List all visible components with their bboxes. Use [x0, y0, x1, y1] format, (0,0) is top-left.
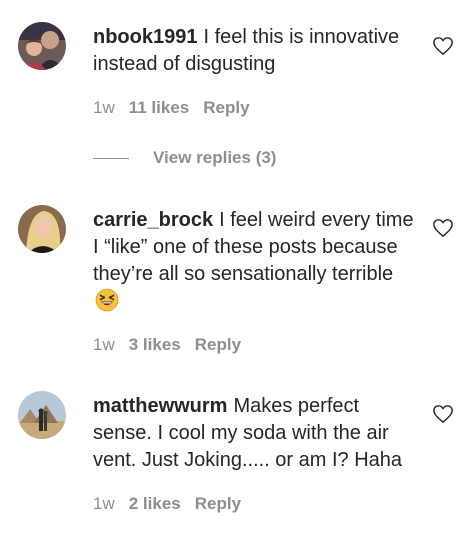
reply-button[interactable]: Reply [195, 494, 241, 513]
comment-time[interactable]: 1w [93, 494, 115, 513]
comment-meta: 1w 2 likes Reply [93, 494, 255, 514]
avatar-photo-icon [18, 22, 66, 70]
comment-meta: 1w 11 likes Reply [93, 98, 264, 118]
avatar[interactable] [18, 22, 66, 70]
avatar-photo-icon [18, 391, 66, 439]
view-replies-button[interactable]: View replies (3) [93, 148, 276, 168]
comment-meta: 1w 3 likes Reply [93, 335, 255, 355]
avatar[interactable] [18, 391, 66, 439]
comment-likes[interactable]: 2 likes [129, 494, 181, 513]
divider-line [93, 157, 129, 159]
avatar-photo-icon [18, 205, 66, 253]
heart-outline-icon[interactable] [432, 218, 454, 238]
reply-button[interactable]: Reply [203, 98, 249, 117]
comment-username[interactable]: nbook1991 [93, 26, 197, 48]
heart-outline-icon[interactable] [432, 36, 454, 56]
view-replies-label: View replies (3) [153, 148, 277, 167]
comment-username[interactable]: matthewwurm [93, 395, 227, 417]
comment-text: nbook1991 I feel this is innovative inste… [93, 24, 418, 78]
comment-likes[interactable]: 3 likes [129, 335, 181, 354]
reply-button[interactable]: Reply [195, 335, 241, 354]
heart-outline-icon[interactable] [432, 404, 454, 424]
comment-likes[interactable]: 11 likes [129, 98, 190, 117]
laughing-squint-emoji-icon [95, 288, 119, 312]
comment-text: carrie_brock I feel weird every time I “l… [93, 207, 418, 316]
avatar[interactable] [18, 205, 66, 253]
comment-time[interactable]: 1w [93, 98, 115, 117]
comment-time[interactable]: 1w [93, 335, 115, 354]
comment-username[interactable]: carrie_brock [93, 209, 213, 231]
comment-text: matthewwurm Makes perfect sense. I cool m… [93, 393, 418, 474]
